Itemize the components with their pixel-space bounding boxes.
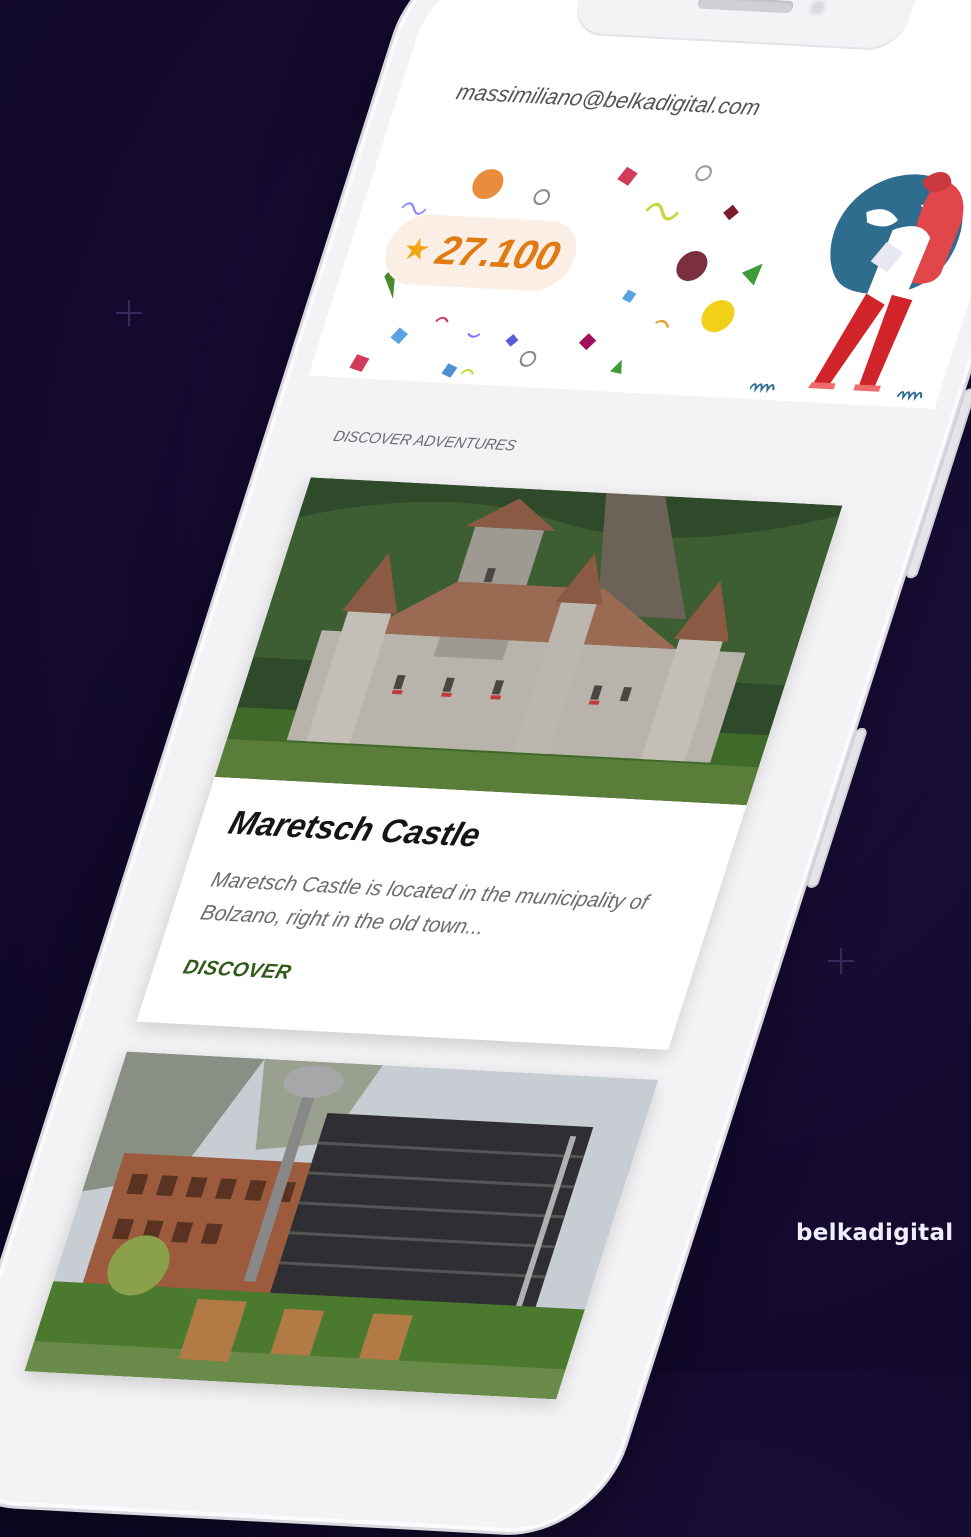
adventure-card[interactable] — [24, 1051, 659, 1400]
building-photo — [24, 1051, 659, 1400]
front-camera — [806, 0, 830, 18]
phone-frame: massimiliano@belkadigital.com ★ 27.100 D… — [0, 0, 971, 1537]
star-icon: ★ — [398, 232, 436, 267]
adventure-card[interactable]: Maretsch Castle Maretsch Castle is locat… — [136, 477, 843, 1050]
points-badge: ★ 27.100 — [376, 212, 586, 293]
discover-button[interactable]: DISCOVER — [180, 956, 294, 985]
phone-scene: massimiliano@belkadigital.com ★ 27.100 D… — [0, 0, 971, 1537]
card-title: Maretsch Castle — [224, 803, 486, 854]
speaker-grille — [696, 0, 795, 14]
castle-photo — [214, 477, 843, 806]
points-value: 27.100 — [430, 228, 566, 279]
section-title: DISCOVER ADVENTURES — [331, 427, 519, 455]
app-header: massimiliano@belkadigital.com ★ 27.100 — [308, 0, 971, 409]
phone-screen: massimiliano@belkadigital.com ★ 27.100 D… — [0, 0, 971, 1514]
card-description: Maretsch Castle is located in the munici… — [197, 868, 652, 940]
